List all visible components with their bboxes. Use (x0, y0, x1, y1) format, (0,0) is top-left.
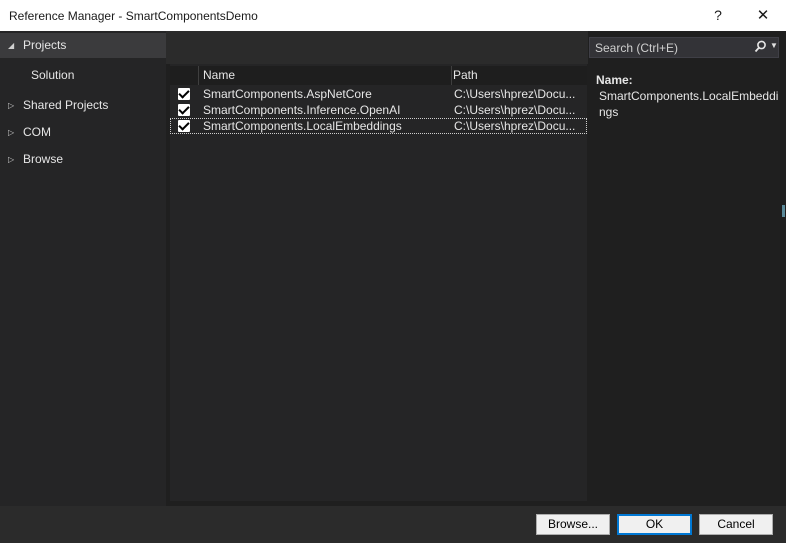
grid-header: Name Path (170, 66, 587, 85)
table-row[interactable]: SmartComponents.Inference.OpenAI C:\User… (170, 102, 587, 118)
references-grid: Name Path SmartComponents.AspNetCore C:\… (170, 64, 587, 501)
sidebar-item-label: Projects (23, 38, 67, 52)
name-column-header[interactable]: Name (199, 66, 452, 85)
include-checkbox[interactable] (178, 104, 190, 116)
close-button[interactable]: ✕ (748, 0, 778, 31)
include-checkbox[interactable] (178, 88, 190, 100)
search-placeholder: Search (Ctrl+E) (595, 41, 679, 55)
table-row[interactable]: SmartComponents.LocalEmbeddings C:\Users… (170, 118, 587, 134)
search-icon[interactable] (754, 40, 767, 56)
path-column-header[interactable]: Path (452, 66, 583, 85)
collapsed-arrow-icon: ▷ (8, 101, 15, 110)
collapsed-arrow-icon: ▷ (8, 128, 15, 137)
help-button[interactable]: ? (706, 0, 730, 31)
sidebar: ◢ Projects Solution ▷ Shared Projects ▷ … (0, 31, 166, 506)
reference-name: SmartComponents.AspNetCore (203, 87, 372, 101)
collapsed-arrow-icon: ▷ (8, 155, 15, 164)
table-row[interactable]: SmartComponents.AspNetCore C:\Users\hpre… (170, 86, 587, 102)
search-input[interactable]: Search (Ctrl+E) ▼ (589, 37, 779, 58)
sidebar-item-label: COM (23, 125, 51, 139)
sidebar-item-shared-projects[interactable]: ▷ Shared Projects (0, 93, 166, 118)
include-checkbox[interactable] (178, 120, 190, 132)
expanded-arrow-icon: ◢ (8, 41, 15, 50)
cancel-button[interactable]: Cancel (699, 514, 773, 535)
ok-button[interactable]: OK (617, 514, 692, 535)
sidebar-item-label: Solution (31, 68, 75, 82)
filter-strip (166, 31, 588, 64)
reference-path: C:\Users\hprez\Docu... (454, 87, 576, 101)
sidebar-item-label: Browse (23, 152, 64, 166)
details-name-label: Name: (596, 73, 633, 87)
scroll-indicator (782, 205, 785, 217)
browse-button[interactable]: Browse... (536, 514, 610, 535)
reference-path: C:\Users\hprez\Docu... (454, 103, 576, 117)
reference-path: C:\Users\hprez\Docu... (454, 119, 576, 133)
details-name-value: SmartComponents.LocalEmbeddings (599, 89, 779, 119)
title-bar: Reference Manager - SmartComponentsDemo … (0, 0, 786, 31)
reference-name: SmartComponents.LocalEmbeddings (203, 119, 402, 133)
checkbox-column-header (170, 66, 199, 85)
sidebar-item-browse[interactable]: ▷ Browse (0, 147, 166, 172)
chevron-down-icon[interactable]: ▼ (770, 41, 778, 50)
sidebar-item-solution[interactable]: Solution (0, 63, 166, 88)
sidebar-item-com[interactable]: ▷ COM (0, 120, 166, 145)
sidebar-item-projects[interactable]: ◢ Projects (0, 33, 166, 58)
sidebar-item-label: Shared Projects (23, 98, 109, 112)
reference-name: SmartComponents.Inference.OpenAI (203, 103, 401, 117)
window-title: Reference Manager - SmartComponentsDemo (9, 9, 258, 23)
